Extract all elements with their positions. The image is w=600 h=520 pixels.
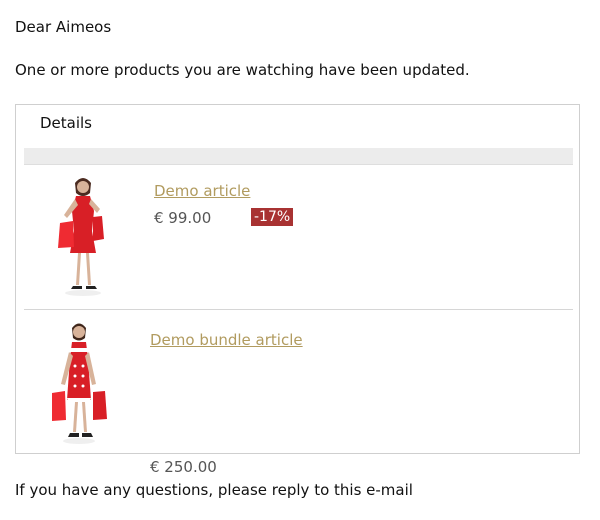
details-heading: Details [40, 114, 93, 132]
discount-badge: -17% [251, 208, 294, 226]
woman-red-dress-image [36, 171, 130, 299]
greeting-text: Dear Aimeos [15, 18, 112, 36]
product-image[interactable] [36, 171, 130, 299]
woman-red-dress-image [32, 318, 126, 446]
footer-text: If you have any questions, please reply … [15, 481, 413, 499]
product-row: Demo bundle article € 250.00 [24, 310, 573, 476]
product-link[interactable]: Demo bundle article [150, 330, 303, 350]
details-box: Details Demo article € 99.00 -17% Demo b… [15, 104, 580, 476]
product-price: € 250.00 [150, 458, 217, 476]
product-price: € 99.00 [154, 209, 212, 227]
product-row: Demo article € 99.00 -17% [24, 165, 573, 310]
intro-text: One or more products you are watching ha… [15, 61, 470, 79]
product-link[interactable]: Demo article [154, 181, 250, 201]
product-image[interactable] [32, 318, 126, 446]
details-header-bar [24, 148, 573, 165]
